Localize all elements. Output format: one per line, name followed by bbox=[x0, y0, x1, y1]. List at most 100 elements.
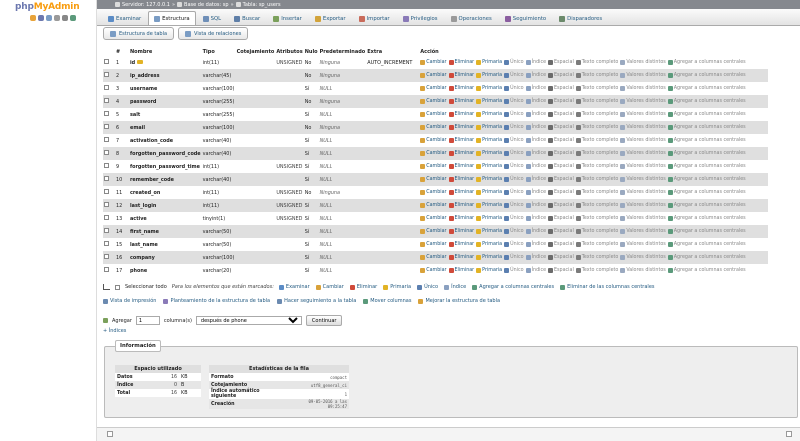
action-primary-key[interactable]: Primaria bbox=[476, 216, 502, 221]
tab-examinar[interactable]: Examinar bbox=[102, 11, 147, 25]
row-checkbox[interactable] bbox=[104, 163, 109, 168]
action-delete[interactable]: Eliminar bbox=[448, 151, 474, 156]
action-central-columns[interactable]: Agregar a columnas centrales bbox=[667, 203, 746, 208]
action-spatial[interactable]: Espacial bbox=[548, 151, 574, 156]
action-delete[interactable]: Eliminar bbox=[448, 216, 474, 221]
action-spatial[interactable]: Espacial bbox=[548, 112, 574, 117]
breadcrumb-server[interactable]: Servidor: 127.0.0.1 bbox=[122, 2, 170, 8]
action-unique[interactable]: Único bbox=[504, 242, 524, 247]
action-delete[interactable]: Eliminar bbox=[448, 268, 474, 273]
row-checkbox[interactable] bbox=[104, 241, 109, 246]
action-fulltext[interactable]: Texto completo bbox=[575, 125, 618, 130]
action-distinct[interactable]: Valores distintos bbox=[620, 112, 666, 117]
action-pencil[interactable]: Cambiar bbox=[420, 190, 447, 195]
action-spatial[interactable]: Espacial bbox=[548, 190, 574, 195]
row-checkbox[interactable] bbox=[104, 59, 109, 64]
action-primary-key[interactable]: Primaria bbox=[476, 86, 502, 91]
row-checkbox[interactable] bbox=[104, 189, 109, 194]
action-primary-key[interactable]: Primaria bbox=[476, 73, 502, 78]
column-header-name[interactable]: Nombre bbox=[129, 48, 202, 56]
action-central-columns[interactable]: Agregar a columnas centrales bbox=[667, 190, 746, 195]
tab-buscar[interactable]: Buscar bbox=[228, 11, 266, 25]
row-checkbox[interactable] bbox=[104, 202, 109, 207]
action-distinct[interactable]: Valores distintos bbox=[620, 177, 666, 182]
action-central-columns[interactable]: Agregar a columnas centrales bbox=[667, 86, 746, 91]
tab-operaciones[interactable]: Operaciones bbox=[445, 11, 498, 25]
breadcrumb-table[interactable]: Tabla: sp_users bbox=[243, 2, 281, 8]
action-spatial[interactable]: Espacial bbox=[548, 268, 574, 273]
action-spatial[interactable]: Espacial bbox=[548, 255, 574, 260]
action-distinct[interactable]: Valores distintos bbox=[620, 60, 666, 65]
action-delete[interactable]: Eliminar bbox=[448, 125, 474, 130]
action-pencil[interactable]: Cambiar bbox=[420, 138, 447, 143]
action-primary-key[interactable]: Primaria bbox=[476, 190, 502, 195]
action-central-columns[interactable]: Agregar a columnas centrales bbox=[667, 229, 746, 234]
action-pencil[interactable]: Cambiar bbox=[420, 125, 447, 130]
row-checkbox[interactable] bbox=[104, 72, 109, 77]
action-delete[interactable]: Eliminar bbox=[448, 190, 474, 195]
action-distinct[interactable]: Valores distintos bbox=[620, 255, 666, 260]
action-central-columns[interactable]: Agregar a columnas centrales bbox=[667, 125, 746, 130]
column-name[interactable]: ip_address bbox=[130, 73, 159, 79]
bulk-unique-button[interactable]: Único bbox=[417, 284, 438, 290]
action-pencil[interactable]: Cambiar bbox=[420, 255, 447, 260]
action-unique[interactable]: Único bbox=[504, 164, 524, 169]
action-unique[interactable]: Único bbox=[504, 86, 524, 91]
action-primary-key[interactable]: Primaria bbox=[476, 138, 502, 143]
action-primary-key[interactable]: Primaria bbox=[476, 99, 502, 104]
action-spatial[interactable]: Espacial bbox=[548, 242, 574, 247]
column-name[interactable]: remember_code bbox=[130, 177, 174, 183]
bulk-delete-button[interactable]: Eliminar bbox=[349, 284, 377, 290]
column-name[interactable]: id bbox=[130, 60, 135, 66]
column-name[interactable]: company bbox=[130, 255, 155, 261]
action-central-columns[interactable]: Agregar a columnas centrales bbox=[667, 112, 746, 117]
action-index[interactable]: Índice bbox=[525, 60, 546, 65]
action-primary-key[interactable]: Primaria bbox=[476, 203, 502, 208]
subtab-table-structure[interactable]: Estructura de tabla bbox=[103, 27, 175, 40]
action-pencil[interactable]: Cambiar bbox=[420, 268, 447, 273]
action-unique[interactable]: Único bbox=[504, 203, 524, 208]
action-delete[interactable]: Eliminar bbox=[448, 203, 474, 208]
action-delete[interactable]: Eliminar bbox=[448, 73, 474, 78]
action-delete[interactable]: Eliminar bbox=[448, 229, 474, 234]
action-index[interactable]: Índice bbox=[525, 242, 546, 247]
action-index[interactable]: Índice bbox=[525, 151, 546, 156]
action-spatial[interactable]: Espacial bbox=[548, 229, 574, 234]
action-delete[interactable]: Eliminar bbox=[448, 112, 474, 117]
action-delete[interactable]: Eliminar bbox=[448, 138, 474, 143]
action-distinct[interactable]: Valores distintos bbox=[620, 229, 666, 234]
action-primary-key[interactable]: Primaria bbox=[476, 242, 502, 247]
tab-exportar[interactable]: Exportar bbox=[309, 11, 352, 25]
action-pencil[interactable]: Cambiar bbox=[420, 177, 447, 182]
action-central-columns[interactable]: Agregar a columnas centrales bbox=[667, 164, 746, 169]
column-name[interactable]: created_on bbox=[130, 190, 160, 196]
column-name[interactable]: phone bbox=[130, 268, 147, 274]
action-index[interactable]: Índice bbox=[525, 255, 546, 260]
phpmyadmin-logo[interactable]: phpMyAdmin bbox=[15, 2, 80, 12]
action-fulltext[interactable]: Texto completo bbox=[575, 203, 618, 208]
action-spatial[interactable]: Espacial bbox=[548, 177, 574, 182]
action-delete[interactable]: Eliminar bbox=[448, 164, 474, 169]
action-fulltext[interactable]: Texto completo bbox=[575, 177, 618, 182]
action-central-columns[interactable]: Agregar a columnas centrales bbox=[667, 216, 746, 221]
tab-disparadores[interactable]: Disparadores bbox=[553, 11, 608, 25]
select-all-label[interactable]: Seleccionar todo bbox=[125, 284, 167, 290]
sql-query-icon[interactable] bbox=[46, 15, 52, 21]
action-distinct[interactable]: Valores distintos bbox=[620, 203, 666, 208]
action-central-columns[interactable]: Agregar a columnas centrales bbox=[667, 60, 746, 65]
propose-structure-link[interactable]: Planteamiento de la estructura de tabla bbox=[163, 298, 270, 304]
action-spatial[interactable]: Espacial bbox=[548, 60, 574, 65]
action-unique[interactable]: Único bbox=[504, 268, 524, 273]
column-name[interactable]: username bbox=[130, 86, 157, 92]
console-options-icon[interactable] bbox=[786, 431, 792, 437]
action-distinct[interactable]: Valores distintos bbox=[620, 164, 666, 169]
normalize-link[interactable]: Mejorar la estructura de tabla bbox=[418, 298, 500, 304]
action-central-columns[interactable]: Agregar a columnas centrales bbox=[667, 99, 746, 104]
row-checkbox[interactable] bbox=[104, 267, 109, 272]
action-primary-key[interactable]: Primaria bbox=[476, 125, 502, 130]
logout-icon[interactable] bbox=[38, 15, 44, 21]
add-column-count-input[interactable] bbox=[135, 316, 160, 325]
subtab-relation-view[interactable]: Vista de relaciones bbox=[178, 27, 249, 40]
action-unique[interactable]: Único bbox=[504, 60, 524, 65]
tab-seguimiento[interactable]: Seguimiento bbox=[499, 11, 552, 25]
